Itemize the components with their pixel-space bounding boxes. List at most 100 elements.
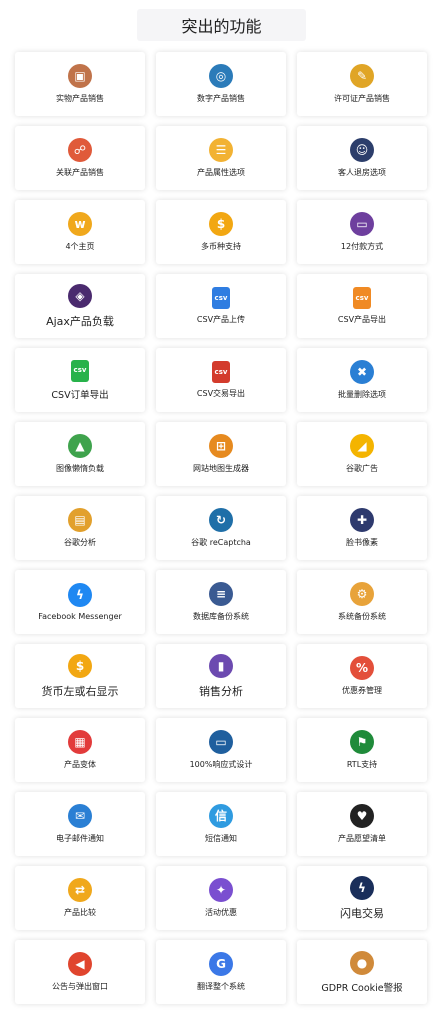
feature-card[interactable]: ✉ 电子邮件通知: [15, 792, 145, 856]
feature-label: 产品愿望清单: [338, 834, 386, 843]
list-options-icon: ☰: [209, 138, 233, 162]
feature-label: Facebook Messenger: [38, 612, 122, 621]
feature-label: 短信通知: [205, 834, 237, 843]
feature-card[interactable]: ☍ 关联产品销售: [15, 126, 145, 190]
section-title-wrap: 突出的功能: [0, 8, 443, 42]
feature-card[interactable]: 信短信通知: [156, 792, 286, 856]
feature-card[interactable]: ☰ 产品属性选项: [156, 126, 286, 190]
feature-card[interactable]: ◈ Ajax产品负载: [15, 274, 145, 338]
analytics-board-icon: ▤: [68, 508, 92, 532]
feature-card[interactable]: ▭ 100%响应式设计: [156, 718, 286, 782]
feature-card[interactable]: ↻ 谷歌 reCaptcha: [156, 496, 286, 560]
feature-card[interactable]: G 翻译整个系统: [156, 940, 286, 1004]
feature-label: 客人退房选项: [338, 168, 386, 177]
digital-globe-icon: ◎: [209, 64, 233, 88]
trash-icon: ✖: [350, 360, 374, 384]
feature-label: 数据库备份系统: [193, 612, 249, 621]
certificate-icon: ✎: [350, 64, 374, 88]
feature-card[interactable]: ▦ 产品变体: [15, 718, 145, 782]
feature-label: 货币左或右显示: [41, 684, 119, 698]
cookie-icon: ●: [350, 950, 374, 975]
feature-label: 网站地图生成器: [193, 464, 249, 473]
feature-label: 谷歌 reCaptcha: [191, 538, 251, 547]
google-ads-icon: ◢: [350, 434, 374, 458]
feature-label: 优惠券管理: [342, 686, 382, 695]
feature-card[interactable]: ⚑ RTL支持: [297, 718, 427, 782]
feature-label: 关联产品销售: [56, 168, 104, 177]
messenger-icon: ϟ: [68, 583, 92, 607]
sitemap-icon: ⊞: [209, 434, 233, 458]
feature-card[interactable]: % 优惠券管理: [297, 644, 427, 708]
csv-file-blue-icon: csv: [212, 287, 230, 309]
feature-card[interactable]: csv CSV产品导出: [297, 274, 427, 338]
feature-label: CSV产品上传: [196, 315, 246, 324]
email-icon: ✉: [68, 804, 92, 828]
feature-card[interactable]: ● GDPR Cookie警报: [297, 940, 427, 1004]
feature-label: 批量删除选项: [338, 390, 386, 399]
megaphone-icon: ✦: [209, 878, 233, 902]
feature-card[interactable]: ⇄ 产品比较: [15, 866, 145, 930]
sales-chart-icon: ▮: [209, 653, 233, 678]
feature-label: CSV产品导出: [337, 315, 387, 324]
currency-exchange-icon: $: [209, 212, 233, 236]
feature-label: 系统备份系统: [338, 612, 386, 621]
feature-card[interactable]: ▭ 12付款方式: [297, 200, 427, 264]
responsive-devices-icon: ▭: [209, 730, 233, 754]
feature-label: 4个主页: [65, 242, 95, 251]
feature-label: Ajax产品负载: [46, 314, 114, 328]
feature-card[interactable]: ✖ 批量删除选项: [297, 348, 427, 412]
coupon-icon: %: [350, 656, 374, 680]
feature-card[interactable]: ⊞ 网站地图生成器: [156, 422, 286, 486]
people-network-icon: ☍: [68, 138, 92, 162]
feature-card[interactable]: ◎ 数字产品销售: [156, 52, 286, 116]
feature-card[interactable]: csv CSV交易导出: [156, 348, 286, 412]
feature-label: CSV订单导出: [51, 389, 109, 401]
feature-label: 产品属性选项: [197, 168, 245, 177]
feature-card[interactable]: $ 货币左或右显示: [15, 644, 145, 708]
feature-card[interactable]: ☺ 客人退房选项: [297, 126, 427, 190]
feature-card[interactable]: w 4个主页: [15, 200, 145, 264]
feature-card[interactable]: csv CSV订单导出: [15, 348, 145, 412]
ajax-loader-icon: ◈: [68, 283, 92, 308]
feature-card[interactable]: ⚙ 系统备份系统: [297, 570, 427, 634]
csv-file-green-icon: csv: [71, 359, 89, 382]
feature-label: 100%响应式设计: [189, 760, 253, 769]
feature-card[interactable]: ▤ 谷歌分析: [15, 496, 145, 560]
image-icon: ▲: [68, 434, 92, 458]
feature-card[interactable]: ϟ Facebook Messenger: [15, 570, 145, 634]
csv-file-red-icon: csv: [212, 361, 230, 383]
translate-icon: G: [209, 952, 233, 976]
feature-label: 图像懒惰负载: [56, 464, 104, 473]
feature-label: 公告与弹出窗口: [52, 982, 108, 991]
feature-card[interactable]: ▲ 图像懒惰负载: [15, 422, 145, 486]
www-globe-icon: w: [68, 212, 92, 236]
feature-label: 多币种支持: [201, 242, 241, 251]
feature-label: 12付款方式: [340, 242, 384, 251]
feature-card[interactable]: ✦ 活动优惠: [156, 866, 286, 930]
feature-card[interactable]: ♥ 产品愿望清单: [297, 792, 427, 856]
uae-flag-icon: ⚑: [350, 730, 374, 754]
feature-card[interactable]: ▮ 销售分析: [156, 644, 286, 708]
feature-card[interactable]: ▣ 实物产品销售: [15, 52, 145, 116]
feature-label: RTL支持: [346, 760, 378, 769]
feature-label: 实物产品销售: [56, 94, 104, 103]
database-icon: ≡: [209, 582, 233, 606]
feature-card[interactable]: ✎ 许可证产品销售: [297, 52, 427, 116]
feature-label: 谷歌分析: [64, 538, 96, 547]
recaptcha-icon: ↻: [209, 508, 233, 532]
feature-label: 数字产品销售: [197, 94, 245, 103]
feature-card[interactable]: ◀ 公告与弹出窗口: [15, 940, 145, 1004]
feature-card[interactable]: ◢ 谷歌广告: [297, 422, 427, 486]
blocks-icon: ▦: [68, 730, 92, 754]
feature-card[interactable]: ≡ 数据库备份系统: [156, 570, 286, 634]
feature-card[interactable]: csv CSV产品上传: [156, 274, 286, 338]
wishlist-cart-icon: ♥: [350, 804, 374, 828]
feature-label: 产品变体: [64, 760, 96, 769]
feature-label: 脸书像素: [346, 538, 378, 547]
feature-label: 电子邮件通知: [56, 834, 104, 843]
feature-card[interactable]: ✚ 脸书像素: [297, 496, 427, 560]
csv-file-orange-icon: csv: [353, 287, 371, 309]
feature-card[interactable]: $ 多币种支持: [156, 200, 286, 264]
compare-icon: ⇄: [68, 878, 92, 902]
feature-card[interactable]: ϟ 闪电交易: [297, 866, 427, 930]
